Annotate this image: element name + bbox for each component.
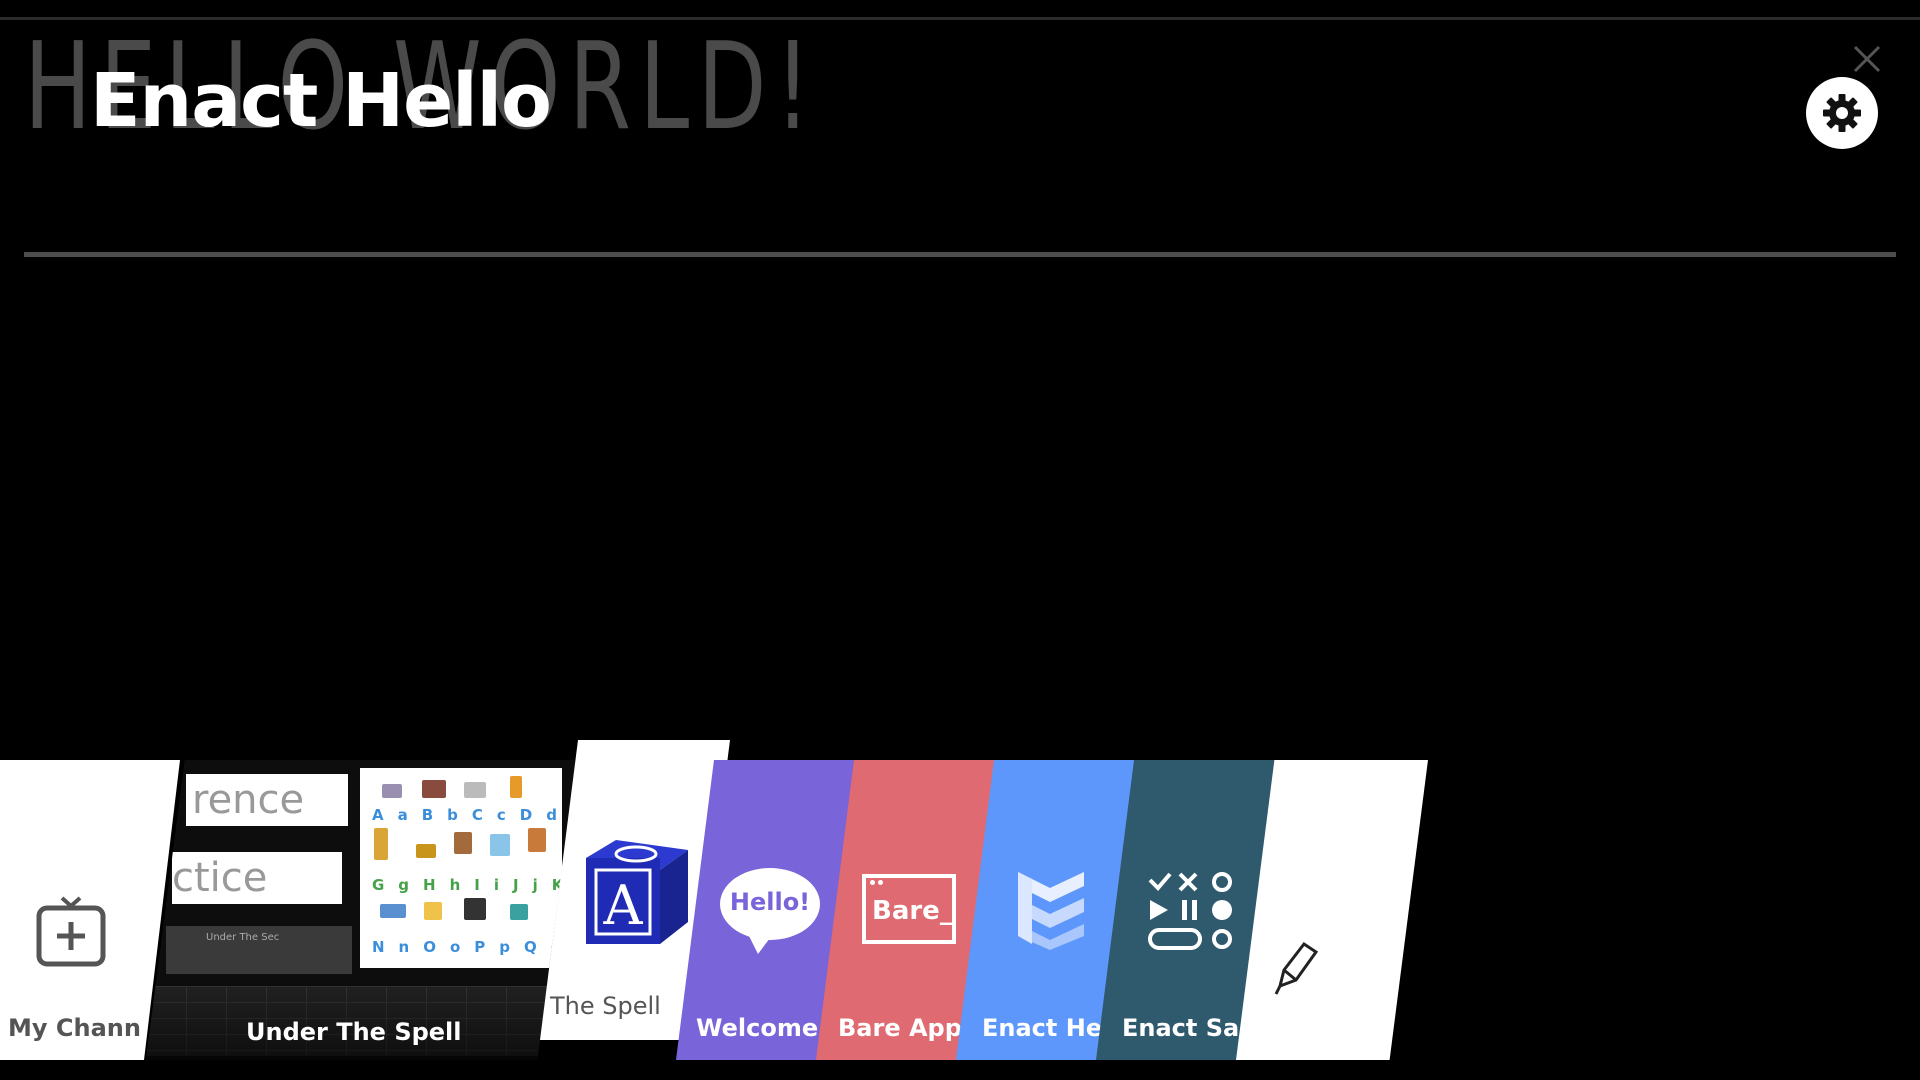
controls-grid-icon xyxy=(1148,872,1232,950)
card-label: Under The Spell xyxy=(246,1018,462,1046)
preview-field: ctice xyxy=(172,852,342,904)
launcher-card-under-the-spell[interactable]: rence ctice Under The Sec AaBbCcDdEe GgH… xyxy=(146,760,576,1060)
app-preview: rence ctice Under The Sec AaBbCcDdEe GgH… xyxy=(146,760,576,1060)
app-title: Enact Hello xyxy=(90,58,552,144)
bubble-text: Hello! xyxy=(729,888,811,916)
svg-text:A: A xyxy=(603,874,644,937)
card-label: The Spell xyxy=(550,992,661,1020)
card-label: Welcome xyxy=(696,1014,819,1042)
header-divider xyxy=(24,252,1896,257)
card-label: My Chann xyxy=(8,1014,141,1042)
add-channel-icon xyxy=(36,896,106,967)
bare-text: Bare_ xyxy=(872,896,953,926)
alphabet-poster: AaBbCcDdEe GgHhIiJjKk NnOoPpQq xyxy=(360,768,576,968)
card-label: Enact San xyxy=(1122,1014,1257,1042)
gear-icon xyxy=(1823,94,1861,132)
preview-field: rence xyxy=(186,774,348,826)
pencil-edit-icon xyxy=(1274,941,1319,995)
card-label: Bare App xyxy=(838,1014,962,1042)
launcher-bar: My Chann rence ctice Under The Sec AaBbC… xyxy=(0,740,1920,1080)
preview-caption: Under The Sec xyxy=(166,926,352,974)
card-label: Enact Hel xyxy=(982,1014,1111,1042)
browser-window-icon: Bare_ xyxy=(862,874,956,944)
letter-block-icon: A xyxy=(586,840,688,944)
enact-logo-icon xyxy=(1018,872,1084,950)
settings-button[interactable] xyxy=(1806,77,1878,149)
close-icon[interactable] xyxy=(1850,42,1884,76)
